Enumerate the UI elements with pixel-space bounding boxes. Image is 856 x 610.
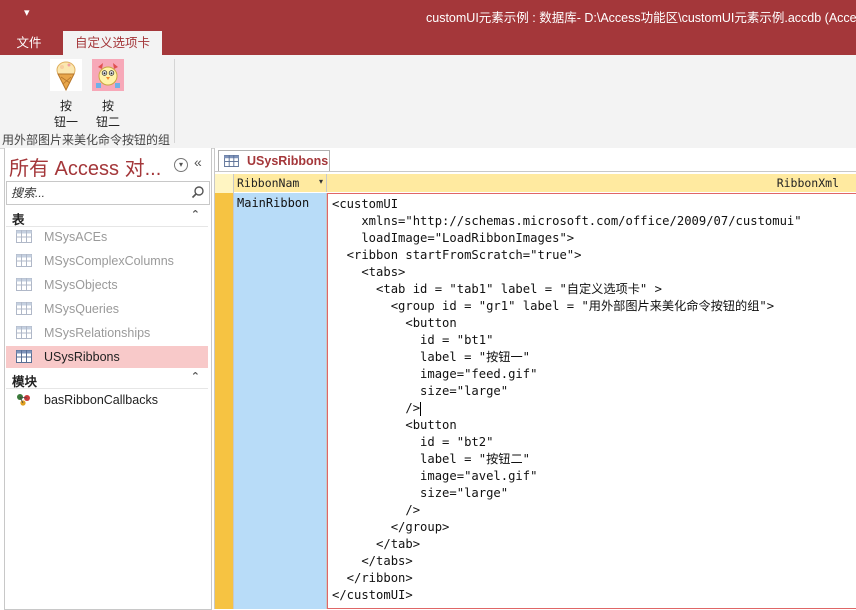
column-header-label: RibbonNam bbox=[237, 176, 300, 190]
cell-ribbon-name[interactable]: MainRibbon bbox=[234, 193, 327, 609]
nav-section-modules-label: 模块 bbox=[12, 375, 38, 389]
nav-item-msysqueries[interactable]: MSysQueries bbox=[6, 298, 208, 320]
ribbon-group-separator bbox=[174, 59, 175, 143]
xml-line: loadImage="LoadRibbonImages"> bbox=[332, 231, 575, 245]
cell-value: MainRibbon bbox=[237, 196, 310, 210]
chevron-up-icon[interactable]: ⌃ bbox=[191, 370, 200, 383]
xml-line: </ribbon> bbox=[332, 571, 413, 585]
xml-line: <customUI bbox=[332, 197, 399, 211]
xml-line: size="large" bbox=[332, 384, 509, 398]
navigation-pane: 所有 Access 对... ▾ « 表 ⌃ MSysACEs MSysComp… bbox=[4, 148, 212, 610]
nav-item-msyscomplexcolumns[interactable]: MSysComplexColumns bbox=[6, 250, 208, 272]
xml-line: </group> bbox=[332, 520, 450, 534]
xml-line: </tab> bbox=[332, 537, 421, 551]
ribbon: 按 钮一 按 钮二 用外部图片来美化命令按钮的组 bbox=[0, 55, 856, 149]
xml-line: /> bbox=[332, 503, 421, 517]
column-header-label: RibbonXml bbox=[776, 176, 839, 190]
xml-line: <group id = "gr1" label = "用外部图片来美化命令按钮的… bbox=[332, 299, 775, 313]
title-bar: ▾ customUI元素示例 : 数据库- D:\Access功能区\custo… bbox=[0, 0, 856, 31]
nav-item-label: MSysComplexColumns bbox=[44, 254, 174, 268]
xml-line: <button bbox=[332, 418, 457, 432]
table-icon bbox=[16, 254, 32, 267]
document-tab-label: USysRibbons bbox=[247, 154, 329, 168]
xml-line: image="avel.gif" bbox=[332, 469, 538, 483]
document-area: USysRibbons RibbonNam ▾ RibbonXml MainRi… bbox=[214, 148, 856, 609]
xml-line: </customUI> bbox=[332, 588, 413, 602]
cartoon-bird-icon bbox=[92, 59, 124, 91]
xml-line: </tabs> bbox=[332, 554, 413, 568]
table-icon bbox=[16, 230, 32, 243]
nav-section-tables[interactable]: 表 ⌃ bbox=[6, 208, 208, 227]
xml-line: xmlns="http://schemas.microsoft.com/offi… bbox=[332, 214, 802, 228]
nav-item-usysribbons[interactable]: USysRibbons bbox=[6, 346, 208, 368]
nav-search-box bbox=[6, 181, 210, 205]
column-header-ribbonxml[interactable]: RibbonXml bbox=[327, 174, 856, 192]
cell-ribbon-xml[interactable]: <customUI xmlns="http://schemas.microsof… bbox=[327, 193, 856, 609]
module-icon bbox=[17, 394, 30, 406]
xml-line: id = "bt2" bbox=[332, 435, 494, 449]
chevron-down-icon[interactable]: ▾ bbox=[174, 158, 188, 172]
ribbon-button-one[interactable]: 按 钮一 bbox=[46, 59, 86, 130]
ribbon-button-one-label: 按 钮一 bbox=[53, 99, 78, 129]
customize-quick-access-icon[interactable]: ▾ bbox=[24, 6, 30, 19]
nav-item-basribboncallbacks[interactable]: basRibbonCallbacks bbox=[6, 389, 208, 411]
nav-search-input[interactable] bbox=[9, 184, 189, 202]
collapse-pane-icon[interactable]: « bbox=[194, 154, 202, 170]
table-icon bbox=[16, 302, 32, 315]
nav-item-label: MSysRelationships bbox=[44, 326, 151, 340]
table-icon bbox=[16, 326, 32, 339]
xml-line: label = "按钮一" bbox=[332, 350, 530, 364]
window-title: customUI元素示例 : 数据库- D:\Access功能区\customU… bbox=[426, 11, 856, 25]
nav-item-label: MSysQueries bbox=[44, 302, 120, 316]
ribbon-button-two-label: 按 钮二 bbox=[95, 99, 120, 129]
xml-line: <button bbox=[332, 316, 457, 330]
nav-item-msysrelationships[interactable]: MSysRelationships bbox=[6, 322, 208, 344]
nav-pane-title[interactable]: 所有 Access 对... bbox=[9, 152, 161, 181]
xml-line: <tabs> bbox=[332, 265, 406, 279]
ribbon-group-label: 用外部图片来美化命令按钮的组 bbox=[2, 133, 171, 147]
xml-line: id = "bt1" bbox=[332, 333, 494, 347]
ice-cream-icon bbox=[50, 59, 82, 92]
xml-line: <ribbon startFromScratch="true"> bbox=[332, 248, 582, 262]
xml-line: size="large" bbox=[332, 486, 509, 500]
search-icon[interactable] bbox=[191, 185, 205, 199]
xml-line: image="feed.gif" bbox=[332, 367, 538, 381]
xml-line: <tab id = "tab1" label = "自定义选项卡" > bbox=[332, 282, 662, 296]
record-selector[interactable] bbox=[215, 193, 233, 609]
nav-item-msysaces[interactable]: MSysACEs bbox=[6, 226, 208, 248]
table-icon bbox=[16, 278, 32, 291]
table-icon bbox=[16, 350, 32, 363]
xml-line: label = "按钮二" bbox=[332, 452, 530, 466]
nav-item-label: basRibbonCallbacks bbox=[44, 393, 158, 407]
text-caret bbox=[420, 401, 422, 416]
nav-item-msysobjects[interactable]: MSysObjects bbox=[6, 274, 208, 296]
tab-file[interactable]: 文件 bbox=[0, 31, 58, 55]
nav-item-label: USysRibbons bbox=[44, 350, 120, 364]
nav-item-label: MSysObjects bbox=[44, 278, 118, 292]
column-header-ribbonname[interactable]: RibbonNam ▾ bbox=[234, 174, 327, 192]
ribbon-tab-row: 文件 自定义选项卡 bbox=[0, 31, 856, 55]
nav-section-modules[interactable]: 模块 ⌃ bbox=[6, 370, 208, 389]
chevron-up-icon[interactable]: ⌃ bbox=[191, 208, 200, 221]
table-icon bbox=[224, 155, 239, 167]
tab-divider bbox=[215, 171, 856, 172]
tab-custom[interactable]: 自定义选项卡 bbox=[63, 31, 162, 55]
document-tab-usysribbons[interactable]: USysRibbons bbox=[218, 150, 330, 172]
xml-line: /> bbox=[332, 401, 421, 415]
nav-item-label: MSysACEs bbox=[44, 230, 108, 244]
ribbon-xml-text[interactable]: <customUI xmlns="http://schemas.microsof… bbox=[332, 196, 802, 604]
chevron-down-icon[interactable]: ▾ bbox=[319, 177, 323, 186]
ribbon-button-two[interactable]: 按 钮二 bbox=[88, 59, 128, 130]
